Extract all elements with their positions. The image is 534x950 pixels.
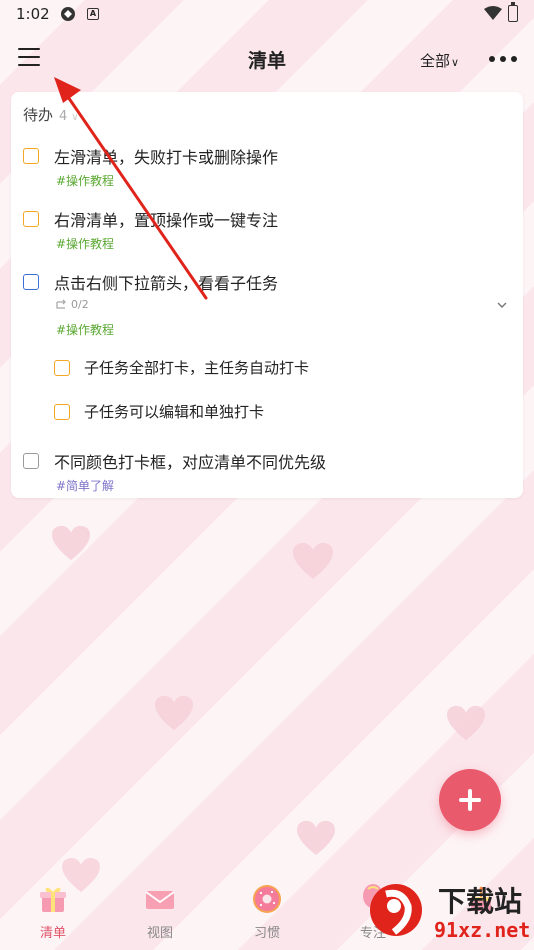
subtask-item[interactable]: 子任务可以编辑和单独打卡 (11, 398, 523, 434)
envelope-icon (145, 891, 175, 909)
status-bar: 1:02 A (0, 0, 534, 30)
task-checkbox[interactable] (23, 274, 39, 290)
chevron-down-icon: ∨ (451, 56, 460, 69)
heart-decoration-icon (155, 695, 193, 731)
nav-item-view[interactable]: 视图 (120, 875, 200, 950)
section-header[interactable]: 待办 4 ∨ (23, 104, 79, 125)
expand-chevron-icon[interactable] (497, 300, 507, 310)
nav-item-habit[interactable]: 习惯 (227, 875, 307, 950)
task-checkbox[interactable] (23, 148, 39, 164)
heart-decoration-icon (447, 705, 485, 741)
nav-label: 视图 (146, 926, 173, 941)
gift-icon (40, 887, 66, 912)
section-count: 4 (59, 109, 68, 124)
task-tag[interactable]: #操作教程 (56, 172, 114, 189)
task-title: 左滑清单，失败打卡或删除操作 (54, 148, 279, 167)
filter-dropdown[interactable]: 全部∨ (420, 50, 459, 71)
task-item[interactable]: 点击右侧下拉箭头，看看子任务 0/2 #操作教程 (11, 268, 523, 340)
site-watermark: 下载站 91xz.net (360, 878, 532, 948)
heart-decoration-icon (52, 525, 90, 561)
wifi-icon (484, 6, 502, 20)
chevron-down-icon: ∨ (71, 112, 79, 123)
task-title: 不同颜色打卡框，对应清单不同优先级 (54, 453, 327, 472)
task-title: 右滑清单，置顶操作或一键专注 (54, 211, 279, 230)
task-item[interactable]: 左滑清单，失败打卡或删除操作 #操作教程 (11, 142, 523, 196)
battery-icon (508, 2, 518, 22)
nav-label: 习惯 (253, 926, 280, 941)
more-options-icon[interactable] (489, 56, 517, 62)
heart-decoration-icon (297, 820, 335, 856)
task-tag[interactable]: #简单了解 (56, 477, 114, 494)
task-tag[interactable]: #操作教程 (56, 321, 114, 338)
app-header: 清单 全部∨ (0, 36, 534, 82)
status-time: 1:02 (16, 5, 50, 23)
task-tag[interactable]: #操作教程 (56, 235, 114, 252)
task-list-card: 待办 4 ∨ 左滑清单，失败打卡或删除操作 #操作教程 右滑清单，置顶操作或一键专注… (11, 92, 523, 498)
heart-decoration-icon (293, 543, 333, 579)
section-label: 待办 (23, 106, 54, 124)
subtask-checkbox[interactable] (54, 360, 70, 376)
subtask-title: 子任务可以编辑和单独打卡 (84, 403, 265, 421)
task-checkbox[interactable] (23, 453, 39, 469)
subtask-count: 0/2 (71, 298, 89, 311)
subtask-icon (56, 299, 66, 309)
task-title: 点击右侧下拉箭头，看看子任务 (54, 274, 279, 293)
task-item[interactable]: 右滑清单，置顶操作或一键专注 #操作教程 (11, 205, 523, 259)
watermark-logo-icon (370, 884, 422, 936)
watermark-logo-text: 下载站 (438, 885, 523, 918)
add-task-button[interactable] (439, 769, 501, 831)
task-item[interactable]: 不同颜色打卡框，对应清单不同优先级 #简单了解 (11, 448, 523, 498)
notification-badge-icon: A (87, 8, 99, 20)
nav-item-list[interactable]: 清单 (13, 875, 93, 950)
subtask-item[interactable]: 子任务全部打卡，主任务自动打卡 (11, 354, 523, 390)
watermark-url: 91xz.net (434, 918, 531, 942)
subtask-checkbox[interactable] (54, 404, 70, 420)
donut-icon (253, 885, 281, 913)
sync-icon (61, 7, 75, 21)
nav-label: 清单 (39, 926, 66, 941)
filter-label: 全部 (420, 52, 451, 70)
task-checkbox[interactable] (23, 211, 39, 227)
subtask-title: 子任务全部打卡，主任务自动打卡 (84, 359, 310, 377)
